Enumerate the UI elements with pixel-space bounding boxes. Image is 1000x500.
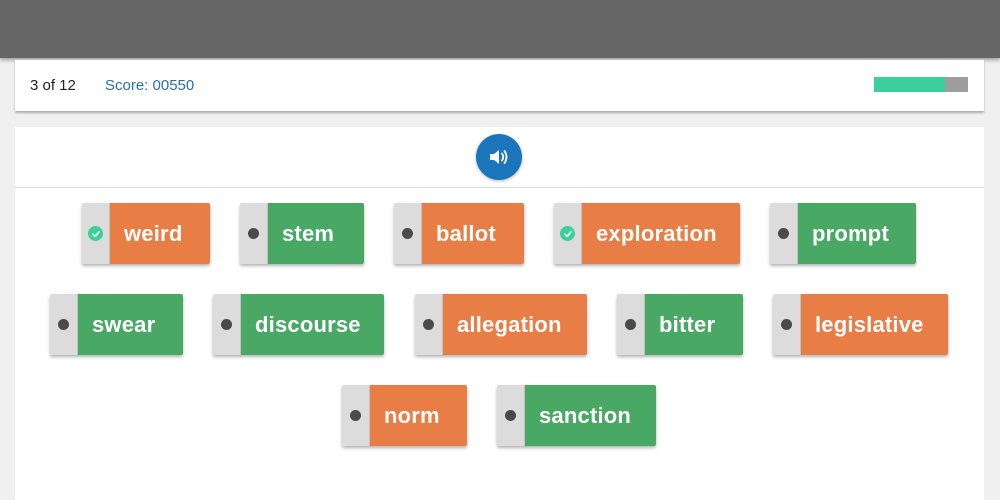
tile-handle[interactable] [50, 294, 78, 355]
word-tile[interactable]: discourse [213, 294, 384, 355]
tile-word: sanction [525, 385, 656, 446]
tile-word: weird [110, 203, 210, 264]
dot-icon [221, 319, 232, 330]
word-tile[interactable]: swear [50, 294, 183, 355]
word-tile[interactable]: weird [82, 203, 210, 264]
tile-word: discourse [241, 294, 384, 355]
play-audio-button[interactable] [476, 134, 522, 180]
tile-handle[interactable] [497, 385, 525, 446]
progress-bar-fill [874, 77, 945, 92]
speaker-icon [490, 150, 508, 164]
tile-word: norm [370, 385, 467, 446]
check-icon [88, 226, 103, 241]
tile-handle[interactable] [394, 203, 422, 264]
check-icon [560, 226, 575, 241]
dot-icon [402, 228, 413, 239]
tile-word: swear [78, 294, 183, 355]
progress-bar [874, 77, 968, 92]
top-bar [0, 0, 1000, 58]
tile-word: exploration [582, 203, 740, 264]
score-display: Score: 00550 [105, 77, 195, 94]
tile-handle[interactable] [770, 203, 798, 264]
tile-handle[interactable] [213, 294, 241, 355]
word-tile[interactable]: sanction [497, 385, 656, 446]
word-tile[interactable]: legislative [773, 294, 948, 355]
tile-handle[interactable] [82, 203, 110, 264]
word-tile[interactable]: ballot [394, 203, 524, 264]
tile-word: stem [268, 203, 364, 264]
tile-handle[interactable] [554, 203, 582, 264]
status-bar: 3 of 12 Score: 00550 [15, 60, 984, 111]
dot-icon [58, 319, 69, 330]
tile-word: bitter [645, 294, 743, 355]
word-tile[interactable]: bitter [617, 294, 743, 355]
tile-handle[interactable] [773, 294, 801, 355]
dot-icon [625, 319, 636, 330]
word-tile[interactable]: stem [240, 203, 364, 264]
tile-word: prompt [798, 203, 916, 264]
tile-handle[interactable] [415, 294, 443, 355]
tile-handle[interactable] [240, 203, 268, 264]
tile-word: legislative [801, 294, 948, 355]
word-tile[interactable]: prompt [770, 203, 916, 264]
dot-icon [778, 228, 789, 239]
word-tile[interactable]: exploration [554, 203, 740, 264]
tile-word: allegation [443, 294, 587, 355]
game-board: weird stem ballot exploration prompt swe… [15, 127, 984, 500]
dot-icon [505, 410, 516, 421]
tile-handle[interactable] [342, 385, 370, 446]
dot-icon [248, 228, 259, 239]
dot-icon [350, 410, 361, 421]
word-tile[interactable]: norm [342, 385, 467, 446]
dot-icon [781, 319, 792, 330]
dot-icon [423, 319, 434, 330]
tile-word: ballot [422, 203, 524, 264]
word-tile[interactable]: allegation [415, 294, 587, 355]
tile-handle[interactable] [617, 294, 645, 355]
question-counter: 3 of 12 [30, 77, 76, 94]
audio-row [15, 127, 984, 188]
